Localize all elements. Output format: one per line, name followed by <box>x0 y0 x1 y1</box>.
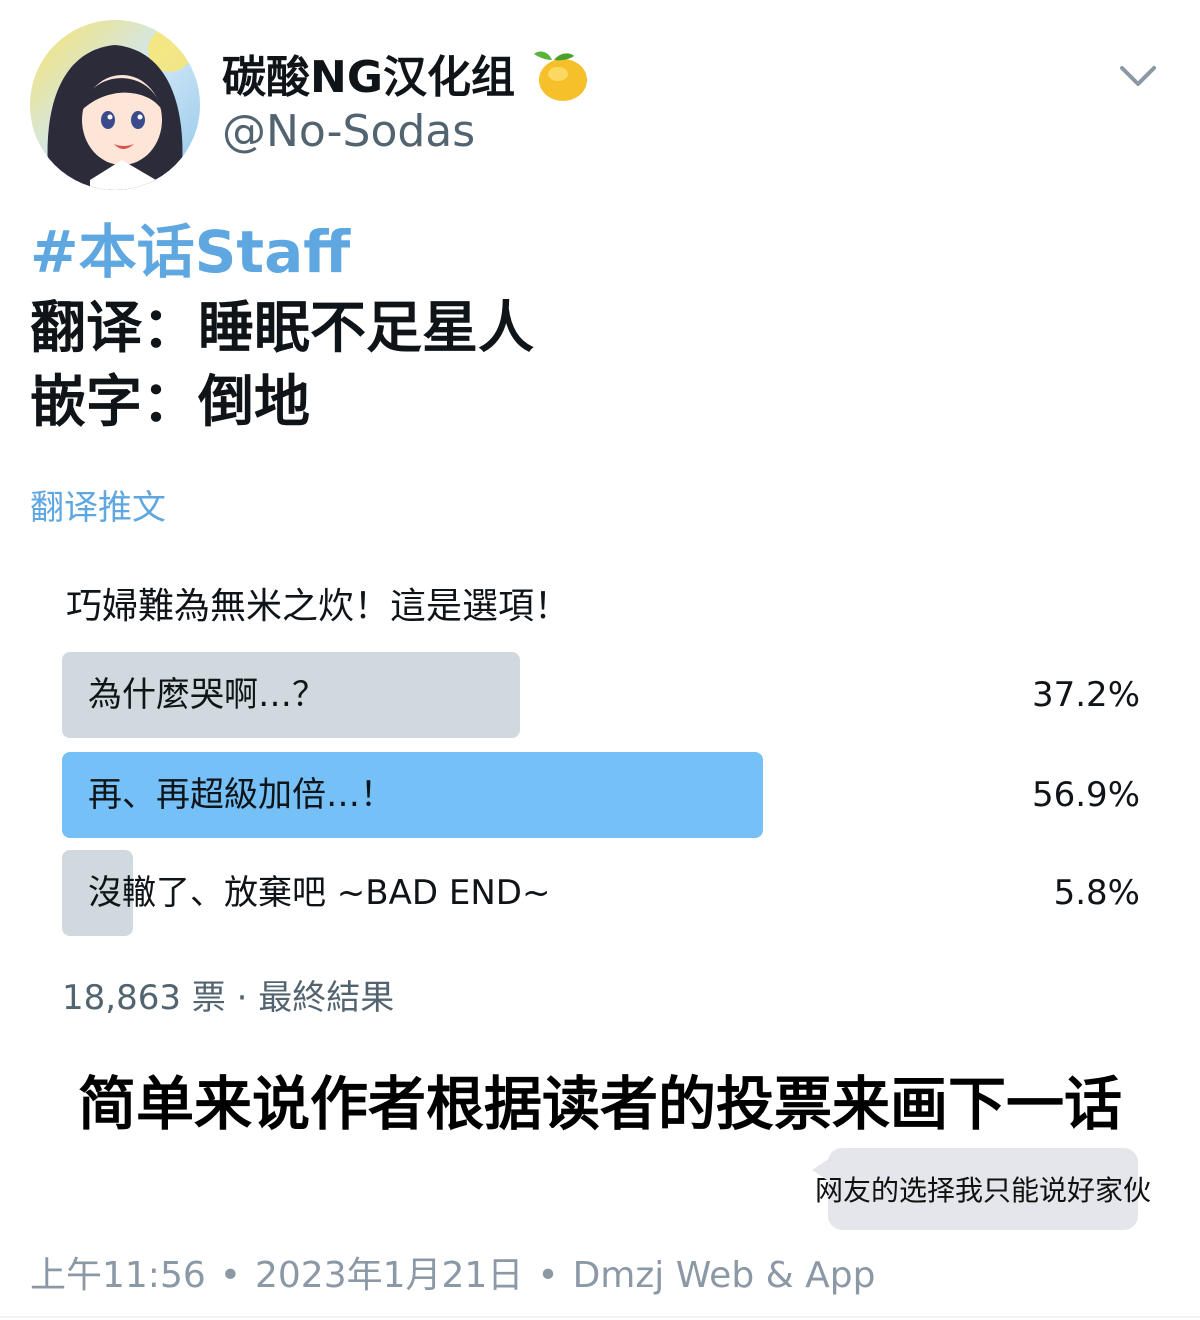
poll-option: 沒轍了、放棄吧 ~BAD END~ 5.8% <box>62 850 1152 938</box>
caption-text: 简单来说作者根据读者的投票来画下一话 <box>77 1070 1122 1138</box>
chevron-down-icon <box>1120 66 1156 86</box>
staff-typesetter-line: 嵌字：倒地 <box>30 370 310 435</box>
tweet-source[interactable]: Dmzj Web & App <box>573 1255 876 1296</box>
poll: 巧婦難為無米之炊！這是選項！ 為什麼哭啊…？ 37.2% 再、再超級加倍…！ 5… <box>62 582 1152 1022</box>
poll-option-label: 為什麼哭啊…？ <box>88 675 326 715</box>
tweet-meta: 上午11:56 • 2023年1月21日 • Dmzj Web & App <box>30 1252 875 1300</box>
poll-option-percent: 56.9% <box>1031 775 1140 815</box>
more-options-button[interactable] <box>1108 52 1168 100</box>
speech-bubble-text: 网友的选择我只能说好家伙 <box>815 1174 1152 1207</box>
author-handle[interactable]: @No-Sodas <box>222 104 475 160</box>
staff-translator-line: 翻译：睡眠不足星人 <box>30 296 534 361</box>
divider <box>0 1316 1200 1318</box>
avatar-illustration <box>30 20 200 190</box>
tweet-date[interactable]: 2023年1月21日 <box>255 1255 523 1296</box>
meta-separator: • <box>537 1255 559 1296</box>
speech-bubble: 网友的选择我只能说好家伙 <box>812 1148 1151 1230</box>
translate-tweet-link[interactable]: 翻译推文 <box>30 486 166 530</box>
poll-footer: 18,863 票 · 最終結果 <box>62 978 395 1018</box>
lemon-icon <box>530 44 592 104</box>
meta-separator: • <box>219 1255 241 1296</box>
tweet-time[interactable]: 上午11:56 <box>30 1255 206 1296</box>
poll-option: 為什麼哭啊…？ 37.2% <box>62 652 1152 740</box>
poll-option-percent: 37.2% <box>1031 675 1140 715</box>
poll-option: 再、再超級加倍…！ 56.9% <box>62 752 1152 840</box>
hashtag-link[interactable]: #本话Staff <box>30 214 350 290</box>
poll-option-label: 再、再超級加倍…！ <box>88 775 394 815</box>
poll-question: 巧婦難為無米之炊！這是選項！ <box>66 586 571 627</box>
poll-option-label: 沒轍了、放棄吧 ~BAD END~ <box>88 873 551 913</box>
author-name[interactable]: 碳酸NG汉化组 <box>222 48 515 108</box>
poll-option-percent: 5.8% <box>1053 873 1140 913</box>
author-avatar[interactable] <box>30 20 200 190</box>
